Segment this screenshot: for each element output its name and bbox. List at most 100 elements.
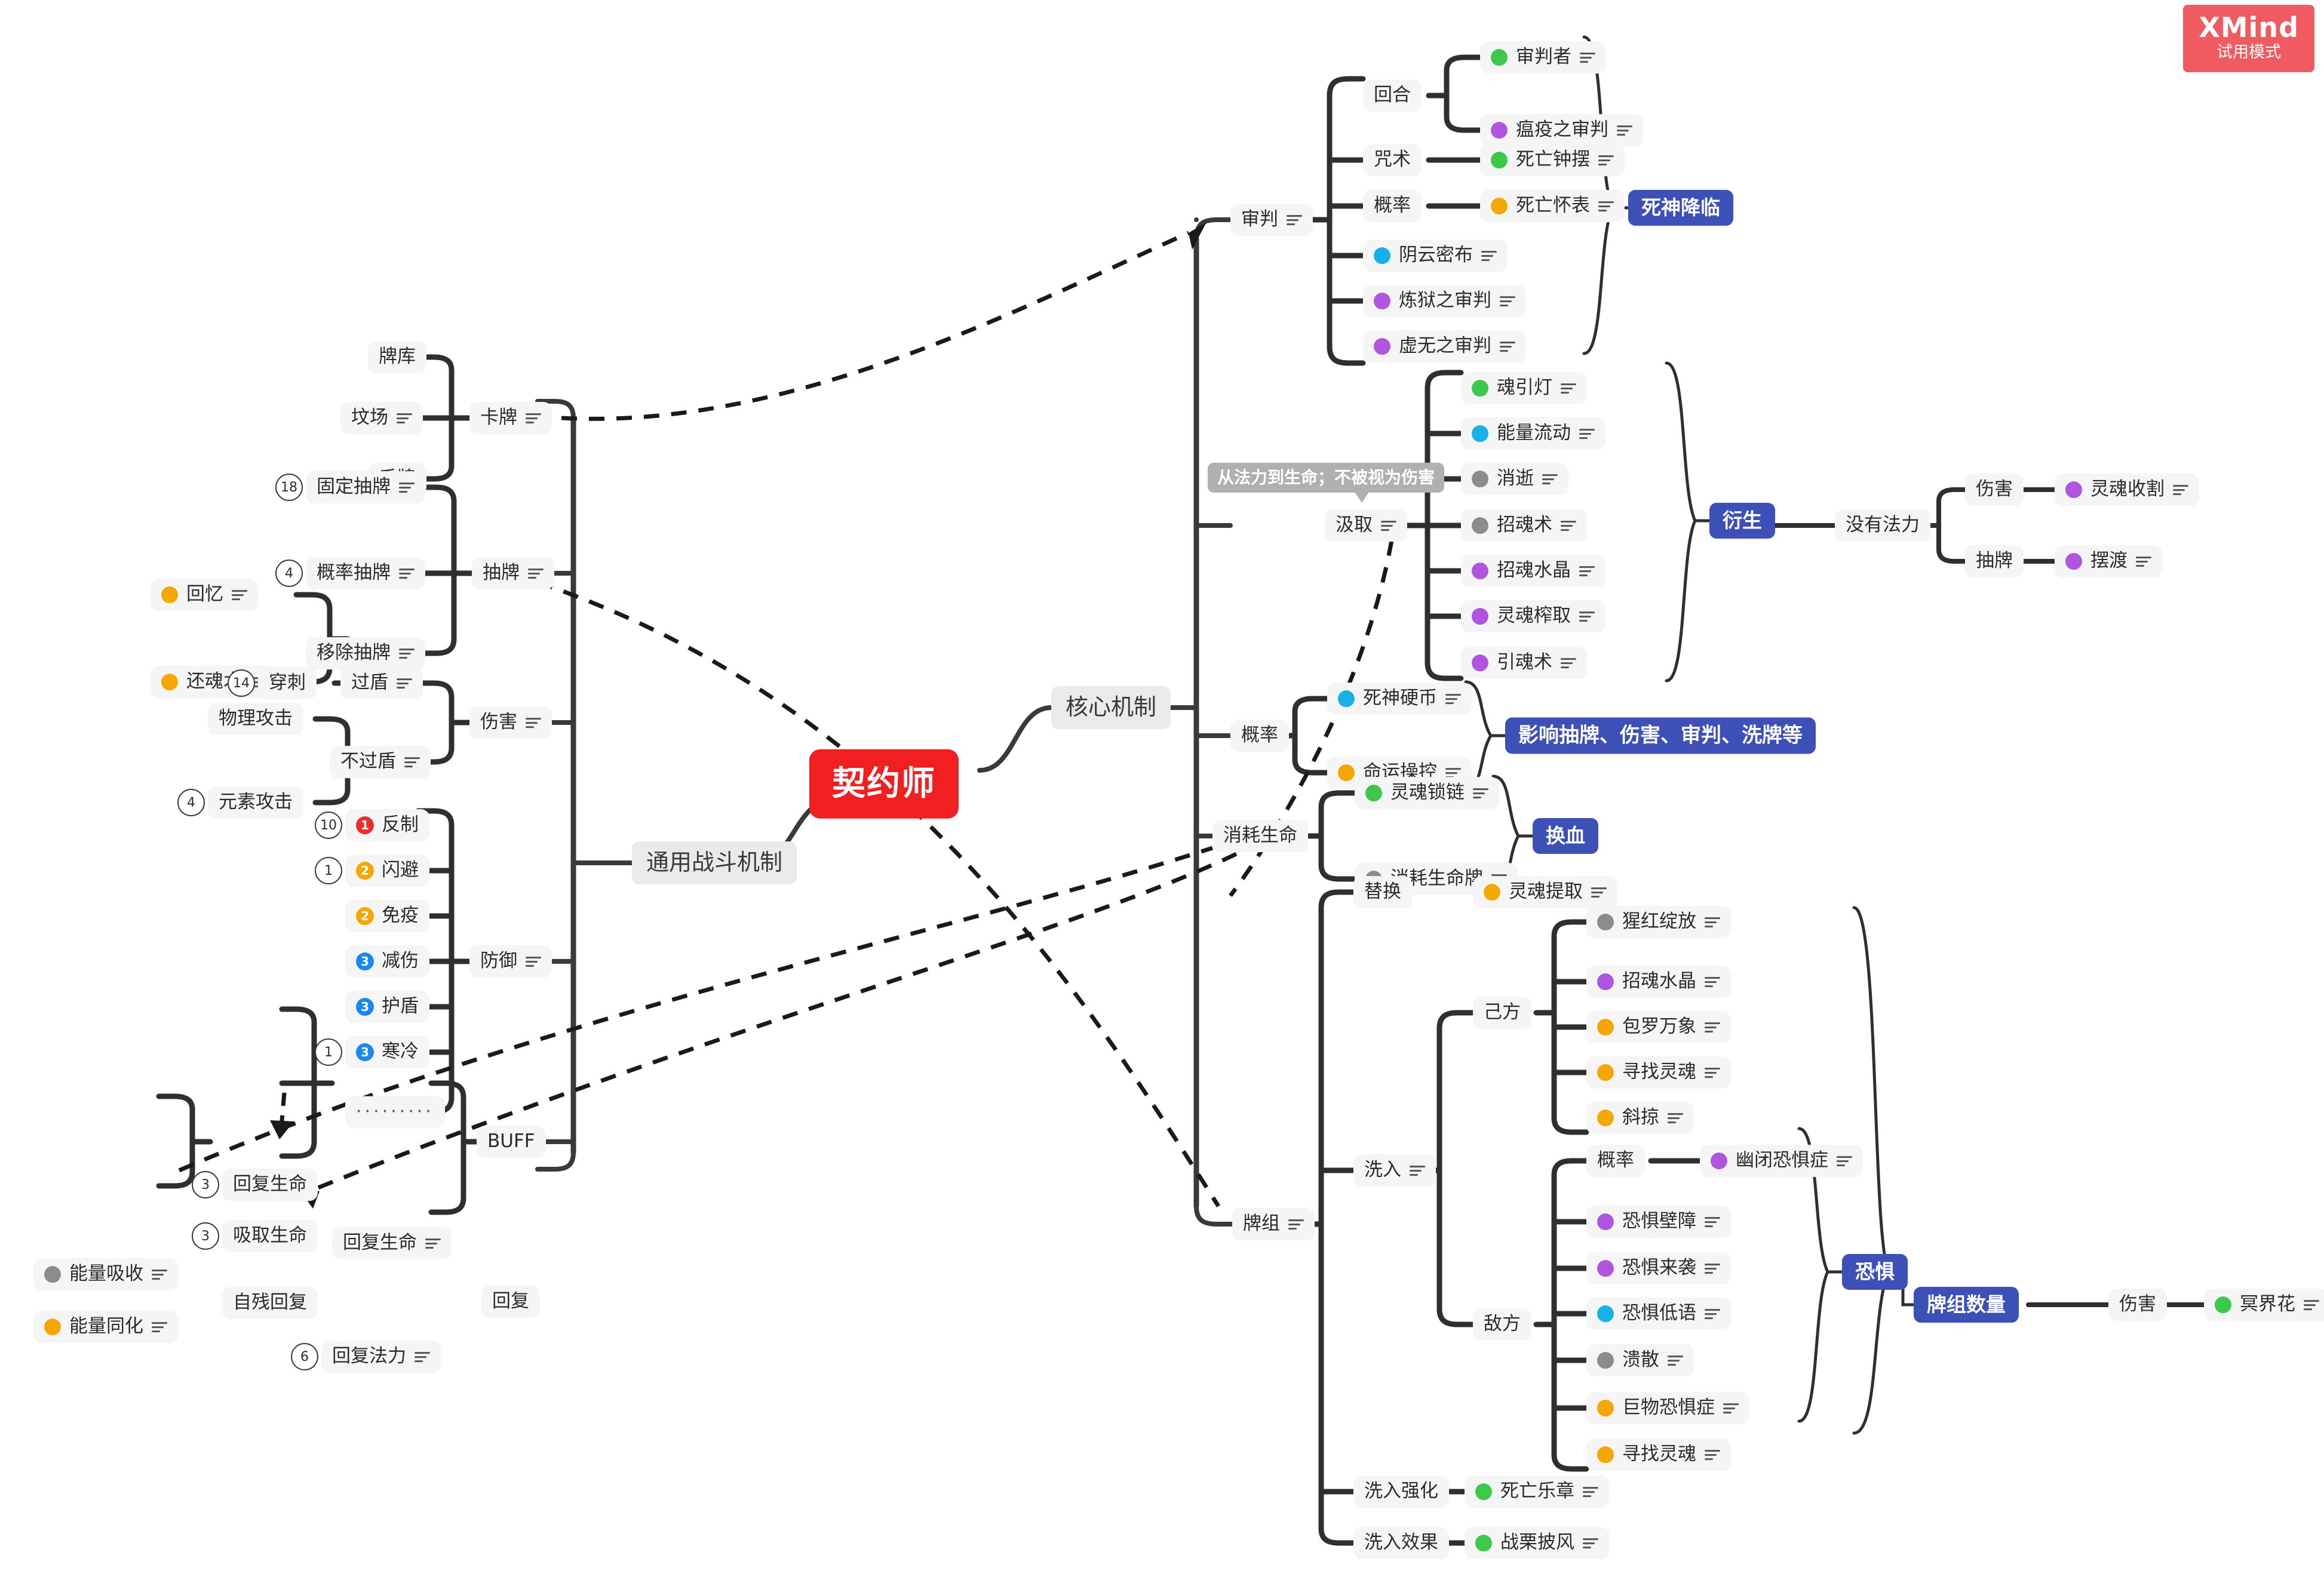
node-elemental-attack[interactable]: 元素攻击 xyxy=(208,786,303,819)
node-self-harm-recover[interactable]: 自残回复 xyxy=(222,1287,318,1319)
node-replace[interactable]: 替换 xyxy=(1353,876,1412,908)
node-death-pendulum[interactable]: 死亡钟摆 xyxy=(1480,144,1625,176)
node-netherworld-flower[interactable]: 冥界花 xyxy=(2204,1289,2324,1321)
node-not-through-shield[interactable]: 不过盾 xyxy=(330,746,431,778)
node-enemy-side[interactable]: 敌方 xyxy=(1473,1308,1531,1341)
node-draw[interactable]: 抽牌 xyxy=(472,557,554,589)
node-enemy-probability[interactable]: 概率 xyxy=(1586,1145,1645,1177)
status-dot-purple xyxy=(1374,337,1390,355)
node-buff[interactable]: BUFF xyxy=(477,1126,546,1158)
node-shuffle-effect[interactable]: 洗入效果 xyxy=(1353,1527,1449,1559)
node-ferry[interactable]: 摆渡 xyxy=(2055,545,2162,577)
node-scarlet-bloom[interactable]: 猩红绽放 xyxy=(1586,906,1731,938)
node-fear-strike[interactable]: 恐惧来袭 xyxy=(1586,1252,1731,1284)
branch-core-mechanism[interactable]: 核心机制 xyxy=(1051,686,1171,729)
node-void-judgement[interactable]: 虚无之审判 xyxy=(1363,330,1526,362)
node-death-pocketwatch[interactable]: 死亡怀表 xyxy=(1480,190,1625,222)
node-slash[interactable]: 斜掠 xyxy=(1586,1102,1694,1134)
node-fade-away[interactable]: 消逝 xyxy=(1461,463,1568,495)
callout-fear[interactable]: 恐惧 xyxy=(1842,1254,1908,1290)
node-judgement[interactable]: 审判 xyxy=(1230,204,1313,236)
node-soul-extraction[interactable]: 灵魂提取 xyxy=(1473,876,1617,908)
node-inferno-judgement[interactable]: 炼狱之审判 xyxy=(1363,285,1526,317)
node-immune[interactable]: 2 免疫 xyxy=(345,900,429,932)
node-dark-clouds[interactable]: 阴云密布 xyxy=(1363,239,1508,272)
node-judge[interactable]: 审判者 xyxy=(1480,41,1606,73)
node-deck[interactable]: 牌组 xyxy=(1232,1208,1315,1240)
notes-icon xyxy=(1668,1112,1683,1123)
node-trembling-cloak[interactable]: 战栗披风 xyxy=(1465,1527,1609,1559)
callout-probability-effect[interactable]: 影响抽牌、伤害、审判、洗牌等 xyxy=(1505,717,1816,754)
node-drain-life[interactable]: 吸取生命 xyxy=(222,1220,318,1252)
node-all-encompassing[interactable]: 包罗万象 xyxy=(1586,1011,1731,1043)
central-topic[interactable]: 契约师 xyxy=(809,749,959,819)
node-graveyard[interactable]: 坟场 xyxy=(340,402,423,434)
node-no-mana-damage[interactable]: 伤害 xyxy=(1965,474,2024,506)
node-reaper-coin[interactable]: 死神硬币 xyxy=(1327,683,1472,715)
node-plague-judgement[interactable]: 瘟疫之审判 xyxy=(1480,114,1643,146)
node-energy-flow[interactable]: 能量流动 xyxy=(1461,417,1605,450)
node-no-mana[interactable]: 没有法力 xyxy=(1835,509,1930,542)
node-fear-whisper[interactable]: 恐惧低语 xyxy=(1586,1298,1731,1330)
node-soul-guide[interactable]: 引魂术 xyxy=(1461,647,1587,679)
node-dodge[interactable]: 2 闪避 xyxy=(345,854,429,887)
node-damage[interactable]: 伤害 xyxy=(469,706,552,739)
node-shuffle-in[interactable]: 洗入 xyxy=(1353,1154,1436,1187)
node-seek-soul-own[interactable]: 寻找灵魂 xyxy=(1586,1056,1731,1089)
node-probability-draw[interactable]: 概率抽牌 xyxy=(306,557,425,589)
node-defense-more[interactable]: ········· xyxy=(345,1096,445,1128)
callout-derive[interactable]: 衍生 xyxy=(1709,503,1775,539)
node-collapse[interactable]: 溃散 xyxy=(1586,1344,1694,1376)
status-dot-purple xyxy=(1711,1152,1727,1169)
node-recover[interactable]: 回复 xyxy=(481,1286,540,1318)
status-dot-blue xyxy=(1338,690,1355,707)
node-deck-count-damage[interactable]: 伤害 xyxy=(2108,1289,2167,1321)
priority-badge-1: 1 xyxy=(356,816,374,834)
node-physical-attack[interactable]: 物理攻击 xyxy=(208,703,303,735)
node-judgement-probability[interactable]: 概率 xyxy=(1363,190,1422,222)
node-death-movement[interactable]: 死亡乐章 xyxy=(1465,1476,1609,1508)
notes-icon xyxy=(1410,1165,1425,1176)
node-no-mana-draw[interactable]: 抽牌 xyxy=(1965,545,2024,577)
node-energy-assimilate[interactable]: 能量同化 xyxy=(33,1311,178,1343)
node-card-library[interactable]: 牌库 xyxy=(368,341,426,373)
node-soul-lantern[interactable]: 魂引灯 xyxy=(1461,372,1587,404)
node-counter[interactable]: 1 反制 xyxy=(345,809,429,841)
node-cold[interactable]: 3 寒冷 xyxy=(345,1036,429,1068)
node-consume-life[interactable]: 消耗生命 xyxy=(1212,820,1308,852)
node-shield[interactable]: 3 护盾 xyxy=(345,991,429,1023)
callout-deck-count[interactable]: 牌组数量 xyxy=(1914,1287,2019,1323)
node-megalophobia[interactable]: 巨物恐惧症 xyxy=(1586,1392,1749,1424)
node-energy-absorb[interactable]: 能量吸收 xyxy=(33,1258,178,1290)
node-fixed-draw[interactable]: 固定抽牌 xyxy=(306,471,425,503)
node-probability[interactable]: 概率 xyxy=(1230,720,1289,752)
node-recall[interactable]: 回忆 xyxy=(151,579,258,611)
node-necromancy[interactable]: 招魂术 xyxy=(1461,509,1587,542)
node-recover-life-group[interactable]: 回复生命 xyxy=(332,1227,452,1259)
node-recover-life[interactable]: 回复生命 xyxy=(222,1169,318,1201)
node-own-side[interactable]: 己方 xyxy=(1473,997,1531,1029)
node-extract[interactable]: 汲取 xyxy=(1325,509,1407,542)
node-defense[interactable]: 防御 xyxy=(469,945,552,978)
node-own-soul-crystal[interactable]: 招魂水晶 xyxy=(1586,966,1731,998)
priority-badge-3: 3 xyxy=(356,1043,374,1061)
callout-death-advent[interactable]: 死神降临 xyxy=(1628,190,1733,226)
node-shuffle-enhance[interactable]: 洗入强化 xyxy=(1353,1476,1449,1508)
node-remove-draw[interactable]: 移除抽牌 xyxy=(306,637,425,669)
node-fear-barrier[interactable]: 恐惧壁障 xyxy=(1586,1206,1731,1238)
node-soul-crystal[interactable]: 招魂水晶 xyxy=(1461,555,1605,587)
node-judgement-turn[interactable]: 回合 xyxy=(1363,79,1422,112)
node-pierce[interactable]: 穿刺 xyxy=(258,667,317,699)
node-cards[interactable]: 卡牌 xyxy=(469,402,552,434)
node-claustrophobia[interactable]: 幽闭恐惧症 xyxy=(1700,1145,1863,1177)
branch-general-combat[interactable]: 通用战斗机制 xyxy=(632,841,797,884)
node-soul-chain[interactable]: 灵魂锁链 xyxy=(1355,777,1499,809)
node-soul-harvest[interactable]: 灵魂收割 xyxy=(2055,474,2199,506)
node-seek-soul-enemy[interactable]: 寻找灵魂 xyxy=(1586,1438,1731,1471)
callout-blood-swap[interactable]: 换血 xyxy=(1533,818,1598,854)
node-curse[interactable]: 咒术 xyxy=(1363,144,1422,176)
node-through-shield[interactable]: 过盾 xyxy=(340,667,423,699)
node-damage-reduction[interactable]: 3 减伤 xyxy=(345,945,429,978)
node-recover-mana[interactable]: 回复法力 xyxy=(321,1341,441,1373)
node-soul-squeeze[interactable]: 灵魂榨取 xyxy=(1461,600,1605,632)
